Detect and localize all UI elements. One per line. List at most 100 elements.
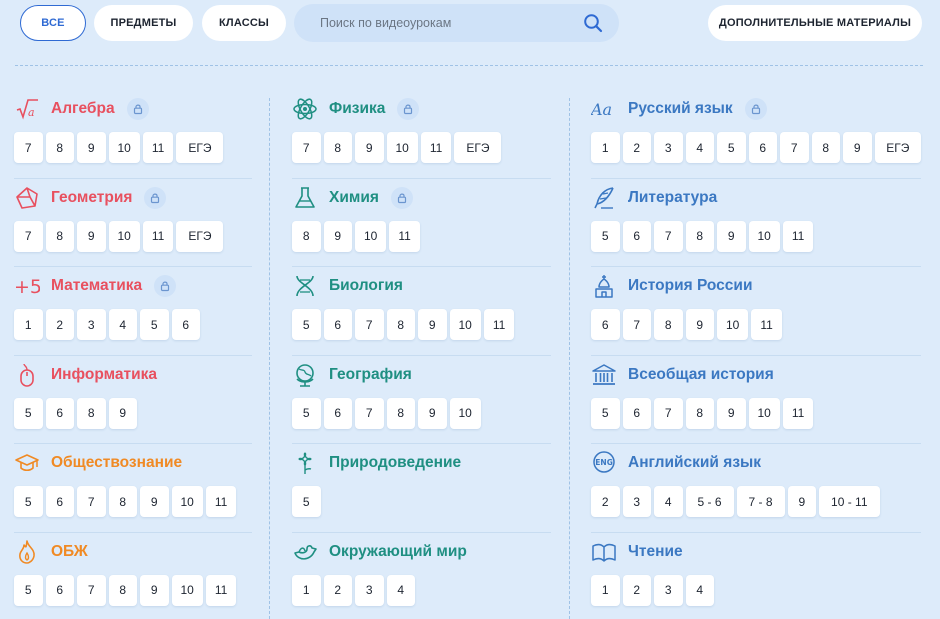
search-input[interactable] — [320, 16, 580, 30]
subject-header[interactable]: Биология — [292, 267, 551, 305]
grade-button[interactable]: 8 — [108, 486, 137, 517]
grade-button[interactable]: 7 — [355, 397, 384, 429]
search-icon[interactable] — [583, 13, 603, 33]
grade-button[interactable]: 10 — [748, 397, 780, 429]
subject-header[interactable]: +5 Математика — [14, 267, 252, 305]
grade-button[interactable]: 4 — [108, 309, 137, 340]
subject-name[interactable]: Всеобщая история — [628, 366, 774, 384]
grade-button[interactable]: 7 — [14, 220, 43, 252]
grade-button[interactable]: 7 — [622, 309, 651, 340]
subject-header[interactable]: Всеобщая история — [591, 356, 921, 394]
subject-name[interactable]: ОБЖ — [51, 543, 88, 561]
filter-classes-button[interactable]: КЛАССЫ — [202, 5, 286, 41]
subject-name[interactable]: Русский язык — [628, 100, 733, 118]
subject-name[interactable]: Информатика — [51, 366, 157, 384]
grade-button[interactable]: 10 - 11 — [819, 486, 880, 517]
grade-button[interactable]: 9 — [418, 397, 447, 429]
grade-button[interactable]: 11 — [142, 220, 174, 252]
grade-button[interactable]: 7 — [77, 486, 106, 517]
grade-button[interactable]: 6 — [748, 132, 777, 163]
grade-button[interactable]: 5 — [292, 309, 321, 340]
grade-button[interactable]: 10 — [171, 486, 203, 517]
grade-button[interactable]: 8 — [386, 397, 415, 429]
subject-header[interactable]: Геометрия — [14, 179, 252, 217]
grade-button[interactable]: 6 — [591, 309, 620, 340]
grade-button[interactable]: 8 — [77, 397, 106, 429]
subject-name[interactable]: Математика — [51, 277, 142, 295]
grade-button[interactable]: 5 — [14, 574, 43, 606]
grade-button[interactable]: 4 — [685, 574, 714, 606]
grade-button[interactable]: 10 — [449, 309, 481, 340]
grade-button[interactable]: 6 — [323, 397, 352, 429]
grade-button[interactable]: 5 — [591, 220, 620, 252]
subject-header[interactable]: ОБЖ — [14, 533, 252, 571]
subject-name[interactable]: Химия — [329, 189, 379, 207]
additional-materials-button[interactable]: ДОПОЛНИТЕЛЬНЫЕ МАТЕРИАЛЫ — [708, 5, 922, 41]
grade-button[interactable]: 6 — [323, 309, 352, 340]
grade-button[interactable]: 10 — [748, 220, 780, 252]
grade-button[interactable]: 10 — [108, 132, 140, 163]
subject-header[interactable]: a Алгебра — [14, 90, 252, 128]
subject-name[interactable]: География — [329, 366, 412, 384]
grade-button[interactable]: 9 — [685, 309, 714, 340]
grade-button[interactable]: 11 — [782, 397, 814, 429]
subject-header[interactable]: География — [292, 356, 551, 394]
grade-button[interactable]: 3 — [654, 574, 683, 606]
grade-button[interactable]: 2 — [622, 132, 651, 163]
grade-button[interactable]: 8 — [685, 397, 714, 429]
subject-header[interactable]: Литература — [591, 179, 921, 217]
grade-button[interactable]: 5 — [140, 309, 169, 340]
grade-button[interactable]: 7 - 8 — [736, 486, 785, 517]
grade-button[interactable]: 3 — [654, 132, 683, 163]
subject-name[interactable]: Биология — [329, 277, 403, 295]
subject-name[interactable]: Обществознание — [51, 454, 182, 472]
grade-button[interactable]: 6 — [45, 397, 74, 429]
grade-button[interactable]: 5 — [292, 397, 321, 429]
subject-name[interactable]: История России — [628, 277, 752, 295]
grade-button[interactable]: 8 — [685, 220, 714, 252]
subject-name[interactable]: Окружающий мир — [329, 543, 467, 561]
grade-button[interactable]: 5 — [717, 132, 746, 163]
subject-name[interactable]: Алгебра — [51, 100, 115, 118]
grade-button[interactable]: 9 — [787, 486, 817, 517]
grade-button[interactable]: 10 — [171, 574, 203, 606]
grade-button[interactable]: 11 — [483, 309, 515, 340]
grade-button[interactable]: 7 — [14, 132, 43, 163]
grade-button[interactable]: 4 — [654, 486, 683, 517]
subject-header[interactable]: Физика — [292, 90, 551, 128]
grade-button[interactable]: 2 — [323, 574, 352, 606]
grade-button[interactable]: 9 — [323, 220, 352, 252]
grade-button[interactable]: 5 — [591, 397, 620, 429]
subject-header[interactable]: Чтение — [591, 533, 921, 571]
subject-header[interactable]: Химия — [292, 179, 551, 217]
grade-button[interactable]: 11 — [205, 574, 237, 606]
grade-button[interactable]: 11 — [205, 486, 237, 517]
grade-button[interactable]: 8 — [108, 574, 137, 606]
grade-button[interactable]: 10 — [717, 309, 749, 340]
grade-button[interactable]: 11 — [420, 132, 452, 163]
subject-name[interactable]: Природоведение — [329, 454, 461, 472]
grade-button[interactable]: 8 — [811, 132, 840, 163]
subject-header[interactable]: Окружающий мир — [292, 533, 551, 571]
grade-button[interactable]: 2 — [45, 309, 74, 340]
grade-button[interactable]: 2 — [622, 574, 651, 606]
grade-button[interactable]: 8 — [45, 132, 74, 163]
grade-button[interactable]: 9 — [418, 309, 447, 340]
grade-button[interactable]: 8 — [323, 132, 352, 163]
grade-button[interactable]: 6 — [171, 309, 200, 340]
grade-button[interactable]: ЕГЭ — [176, 220, 224, 252]
subject-header[interactable]: Природоведение — [292, 444, 551, 482]
grade-button[interactable]: 9 — [108, 397, 137, 429]
grade-button[interactable]: 2 — [591, 486, 620, 517]
subject-name[interactable]: Английский язык — [628, 454, 761, 472]
grade-button[interactable]: 1 — [591, 132, 620, 163]
grade-button[interactable]: 4 — [685, 132, 714, 163]
grade-button[interactable]: 10 — [386, 132, 418, 163]
grade-button[interactable]: 9 — [843, 132, 872, 163]
grade-button[interactable]: 9 — [140, 486, 169, 517]
grade-button[interactable]: 5 — [292, 486, 321, 517]
grade-button[interactable]: 10 — [449, 397, 481, 429]
grade-button[interactable]: 3 — [622, 486, 651, 517]
grade-button[interactable]: 8 — [654, 309, 683, 340]
subject-header[interactable]: Обществознание — [14, 444, 252, 482]
